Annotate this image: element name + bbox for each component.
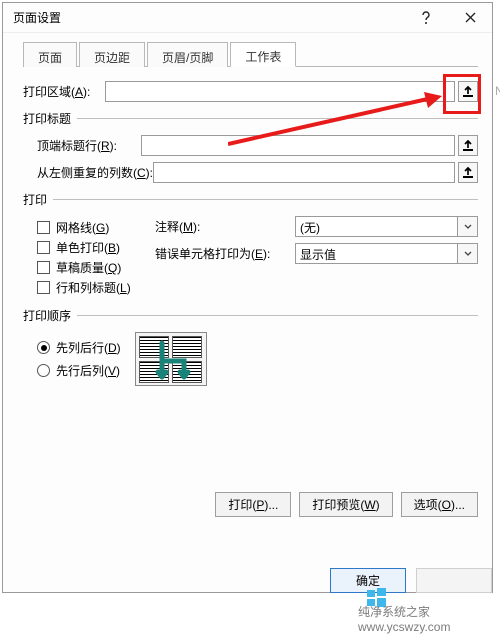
tab-sheet[interactable]: 工作表 <box>230 42 296 67</box>
titlebar: 页面设置 <box>3 3 492 33</box>
collapse-icon <box>462 166 474 179</box>
print-preview-button[interactable]: 打印预览(W) <box>299 492 392 517</box>
cols-repeat-label: 从左侧重复的列数(C): <box>37 164 153 181</box>
tab-page[interactable]: 页面 <box>23 42 77 67</box>
cols-repeat-range-button[interactable] <box>458 162 478 183</box>
options-button[interactable]: 选项(O)... <box>401 492 478 517</box>
tab-margin[interactable]: 页边距 <box>79 42 145 67</box>
collapse-icon <box>462 139 474 152</box>
comments-value: (无) <box>295 216 458 237</box>
checkbox-icon <box>37 261 50 274</box>
close-button[interactable] <box>448 3 492 32</box>
tab-bar: 页面 页边距 页眉/页脚 工作表 <box>23 41 478 66</box>
cols-repeat-input[interactable] <box>153 162 455 183</box>
checkbox-icon <box>37 221 50 234</box>
dialog-title: 页面设置 <box>13 9 404 26</box>
tab-headerfooter[interactable]: 页眉/页脚 <box>147 42 228 67</box>
print-button[interactable]: 打印(P)... <box>215 492 291 517</box>
down-then-over-radio[interactable]: 先列后行(D) <box>37 339 121 356</box>
page-setup-dialog: 页面设置 页面 页边距 页眉/页脚 工作表 打印区域(A): 打印标题 <box>2 2 493 593</box>
rows-repeat-label: 顶端标题行(R): <box>37 137 141 154</box>
help-button[interactable] <box>404 3 448 32</box>
dialog-footer-buttons: 确定 <box>330 568 492 593</box>
chevron-down-icon <box>458 243 478 264</box>
gridlines-checkbox[interactable]: 网格线(G) <box>37 219 155 236</box>
comments-label: 注释(M): <box>155 218 295 235</box>
rows-repeat-range-button[interactable] <box>458 135 478 156</box>
watermark-text: 纯净系统之家 www.ycswzy.com <box>358 603 500 634</box>
checkbox-icon <box>37 281 50 294</box>
checkbox-icon <box>37 241 50 254</box>
radio-icon <box>37 341 50 354</box>
print-heading: 打印 <box>23 191 47 208</box>
errors-value: 显示值 <box>295 243 458 264</box>
print-area-label: 打印区域(A): <box>23 83 105 100</box>
stray-glyph: N <box>495 84 500 98</box>
comments-combo[interactable]: (无) <box>295 216 478 237</box>
print-titles-heading: 打印标题 <box>23 110 71 127</box>
errors-label: 错误单元格打印为(E): <box>155 245 295 262</box>
errors-combo[interactable]: 显示值 <box>295 243 478 264</box>
order-heading: 打印顺序 <box>23 307 71 324</box>
collapse-icon <box>462 85 474 98</box>
print-area-input[interactable] <box>105 81 455 102</box>
bw-checkbox[interactable]: 单色打印(B) <box>37 239 155 256</box>
radio-icon <box>37 364 50 377</box>
sheet-tab-panel: 打印区域(A): 打印标题 顶端标题行(R): <box>23 66 478 517</box>
rowcol-checkbox[interactable]: 行和列标题(L) <box>37 279 155 296</box>
chevron-down-icon <box>458 216 478 237</box>
rows-repeat-input[interactable] <box>141 135 455 156</box>
cancel-button[interactable] <box>416 568 492 593</box>
draft-checkbox[interactable]: 草稿质量(Q) <box>37 259 155 276</box>
page-order-preview <box>135 332 207 386</box>
over-then-down-radio[interactable]: 先行后列(V) <box>37 362 121 379</box>
print-area-range-button[interactable] <box>458 81 478 102</box>
